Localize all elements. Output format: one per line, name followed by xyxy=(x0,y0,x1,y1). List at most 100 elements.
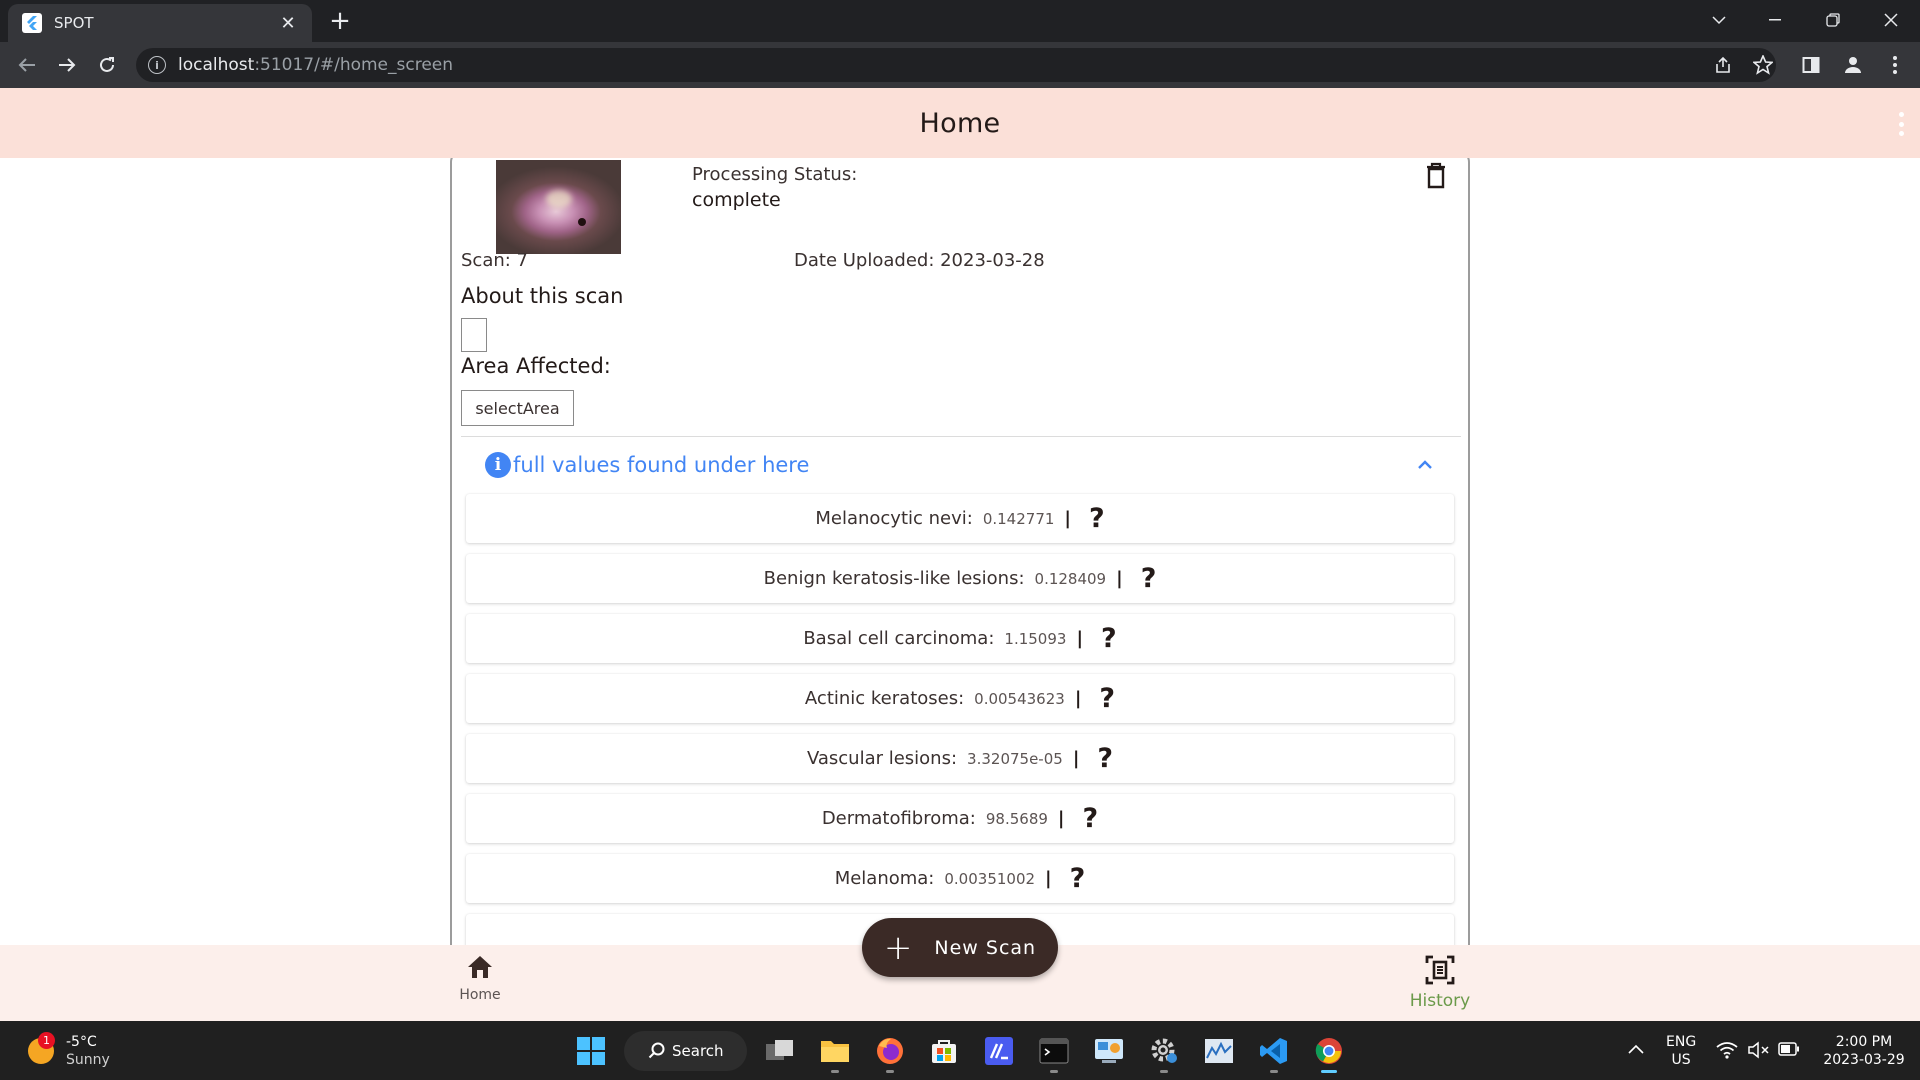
results-expander-header[interactable]: i full values found under here xyxy=(485,448,809,482)
settings-gear-icon[interactable] xyxy=(1144,1031,1184,1073)
about-scan-field[interactable] xyxy=(461,318,487,352)
processing-status-label: Processing Status: xyxy=(692,164,858,185)
nav-home[interactable]: Home xyxy=(448,955,512,1003)
delete-icon[interactable] xyxy=(1424,162,1448,190)
bookmark-star-icon[interactable] xyxy=(1748,50,1778,80)
area-affected-heading: Area Affected: xyxy=(461,354,611,378)
result-separator: | xyxy=(1072,748,1080,769)
select-area-button[interactable]: selectArea xyxy=(461,390,574,426)
result-row: Actinic keratoses: 0.00543623 | ? xyxy=(466,674,1454,723)
overflow-menu-icon[interactable] xyxy=(1894,112,1908,136)
result-value: 98.5689 xyxy=(985,809,1048,828)
result-label: Actinic keratoses: xyxy=(804,688,965,709)
result-row: Basal cell carcinoma: 1.15093 | ? xyxy=(466,614,1454,663)
result-value: 0.142771 xyxy=(982,509,1055,528)
task-view-icon[interactable] xyxy=(760,1031,800,1071)
language-indicator[interactable]: ENG US xyxy=(1666,1033,1696,1069)
terminal-icon[interactable] xyxy=(1034,1031,1074,1073)
reload-icon[interactable] xyxy=(92,50,122,80)
nav-history[interactable]: History xyxy=(1404,955,1476,1011)
processing-status-value: complete xyxy=(692,189,781,211)
sun-icon: 1 xyxy=(28,1032,55,1064)
result-value: 0.00351002 xyxy=(944,869,1036,888)
restore-icon[interactable] xyxy=(1810,0,1856,40)
scan-number: Scan: 7 xyxy=(461,250,528,271)
browser-toolbar: i localhost:51017/#/home_screen xyxy=(0,42,1920,88)
result-row: Dermatofibroma: 98.5689 | ? xyxy=(466,794,1454,843)
share-icon[interactable] xyxy=(1708,50,1738,80)
site-info-icon[interactable]: i xyxy=(148,56,166,74)
scroll-content[interactable]: Processing Status: complete Scan: 7 Date… xyxy=(0,158,1920,945)
history-scan-icon xyxy=(1425,955,1455,985)
new-tab-button[interactable]: + xyxy=(326,8,354,36)
scan-card: Processing Status: complete Scan: 7 Date… xyxy=(450,158,1470,945)
browser-tab-strip: SPOT ✕ + xyxy=(0,0,1920,42)
weather-condition: Sunny xyxy=(66,1052,110,1068)
result-value: 1.15093 xyxy=(1004,629,1067,648)
volume-muted-icon[interactable] xyxy=(1748,1041,1770,1064)
nav-history-label: History xyxy=(1409,991,1471,1011)
nav-home-label: Home xyxy=(459,987,501,1003)
help-icon[interactable]: ? xyxy=(1070,865,1086,892)
firefox-icon[interactable] xyxy=(870,1031,910,1073)
result-label: Dermatofibroma: xyxy=(821,808,976,829)
browser-menu-icon[interactable] xyxy=(1880,50,1910,80)
chevron-up-icon[interactable] xyxy=(1415,455,1435,475)
start-icon[interactable] xyxy=(571,1031,611,1071)
side-panel-icon[interactable] xyxy=(1796,50,1826,80)
flutter-icon xyxy=(22,13,42,33)
tab-search-icon[interactable] xyxy=(1696,0,1742,40)
clock-date: 2023-03-29 xyxy=(1823,1052,1905,1068)
vscode-icon[interactable] xyxy=(1254,1031,1294,1073)
taskbar-search[interactable]: Search xyxy=(624,1031,747,1071)
result-label: Vascular lesions: xyxy=(806,748,958,769)
temperature: -5°C xyxy=(66,1034,97,1050)
lesion-thumbnail[interactable] xyxy=(496,160,621,254)
help-icon[interactable]: ? xyxy=(1097,745,1113,772)
about-scan-heading: About this scan xyxy=(461,284,624,308)
show-hidden-icons[interactable] xyxy=(1628,1041,1644,1059)
help-icon[interactable]: ? xyxy=(1089,505,1105,532)
help-icon[interactable]: ? xyxy=(1099,685,1115,712)
minimize-icon[interactable] xyxy=(1752,0,1798,40)
tab-title: SPOT xyxy=(54,14,94,32)
date-uploaded: Date Uploaded: 2023-03-28 xyxy=(794,250,1045,271)
profile-icon[interactable] xyxy=(1838,50,1868,80)
clock-time: 2:00 PM xyxy=(1835,1034,1893,1050)
result-value: 0.00543623 xyxy=(974,689,1065,708)
dev-app-icon[interactable] xyxy=(979,1031,1019,1071)
result-row: Melanocytic nevi: 0.142771 | ? xyxy=(466,494,1454,543)
forward-arrow-icon[interactable] xyxy=(52,50,82,80)
tab-close-button[interactable]: ✕ xyxy=(278,13,298,34)
battery-icon[interactable] xyxy=(1778,1042,1800,1061)
chrome-icon[interactable] xyxy=(1309,1031,1349,1073)
back-arrow-icon[interactable] xyxy=(12,50,42,80)
clock[interactable]: 2:00 PM 2023-03-29 xyxy=(1816,1033,1912,1069)
result-separator: | xyxy=(1076,628,1084,649)
result-value: 0.128409 xyxy=(1034,569,1107,588)
notification-badge: 1 xyxy=(38,1032,55,1049)
new-scan-button[interactable]: + New Scan xyxy=(862,918,1058,977)
weather-widget[interactable]: 1 -5°C Sunny xyxy=(28,1032,110,1069)
plus-icon: + xyxy=(883,927,913,968)
store-icon[interactable] xyxy=(924,1031,964,1071)
resource-monitor-icon[interactable] xyxy=(1199,1031,1239,1071)
wifi-icon[interactable] xyxy=(1716,1041,1738,1064)
result-separator: | xyxy=(1116,568,1123,589)
result-label: Benign keratosis-like lesions: xyxy=(763,568,1025,589)
result-row: Melanoma: 0.00351002 | ? xyxy=(466,854,1454,903)
result-label: Melanocytic nevi: xyxy=(815,508,973,529)
url-text: localhost:51017/#/home_screen xyxy=(178,55,454,75)
control-panel-icon[interactable] xyxy=(1089,1031,1129,1071)
home-icon xyxy=(468,956,492,978)
result-separator: | xyxy=(1064,508,1071,529)
help-icon[interactable]: ? xyxy=(1101,625,1117,652)
app-bar: Home xyxy=(0,88,1920,158)
address-bar[interactable]: i localhost:51017/#/home_screen xyxy=(136,48,1776,82)
browser-tab[interactable]: SPOT ✕ xyxy=(8,4,312,42)
result-row: Benign keratosis-like lesions: 0.128409 … xyxy=(466,554,1454,603)
close-window-icon[interactable] xyxy=(1868,0,1914,40)
file-explorer-icon[interactable] xyxy=(815,1031,855,1073)
help-icon[interactable]: ? xyxy=(1141,565,1157,592)
help-icon[interactable]: ? xyxy=(1083,805,1099,832)
